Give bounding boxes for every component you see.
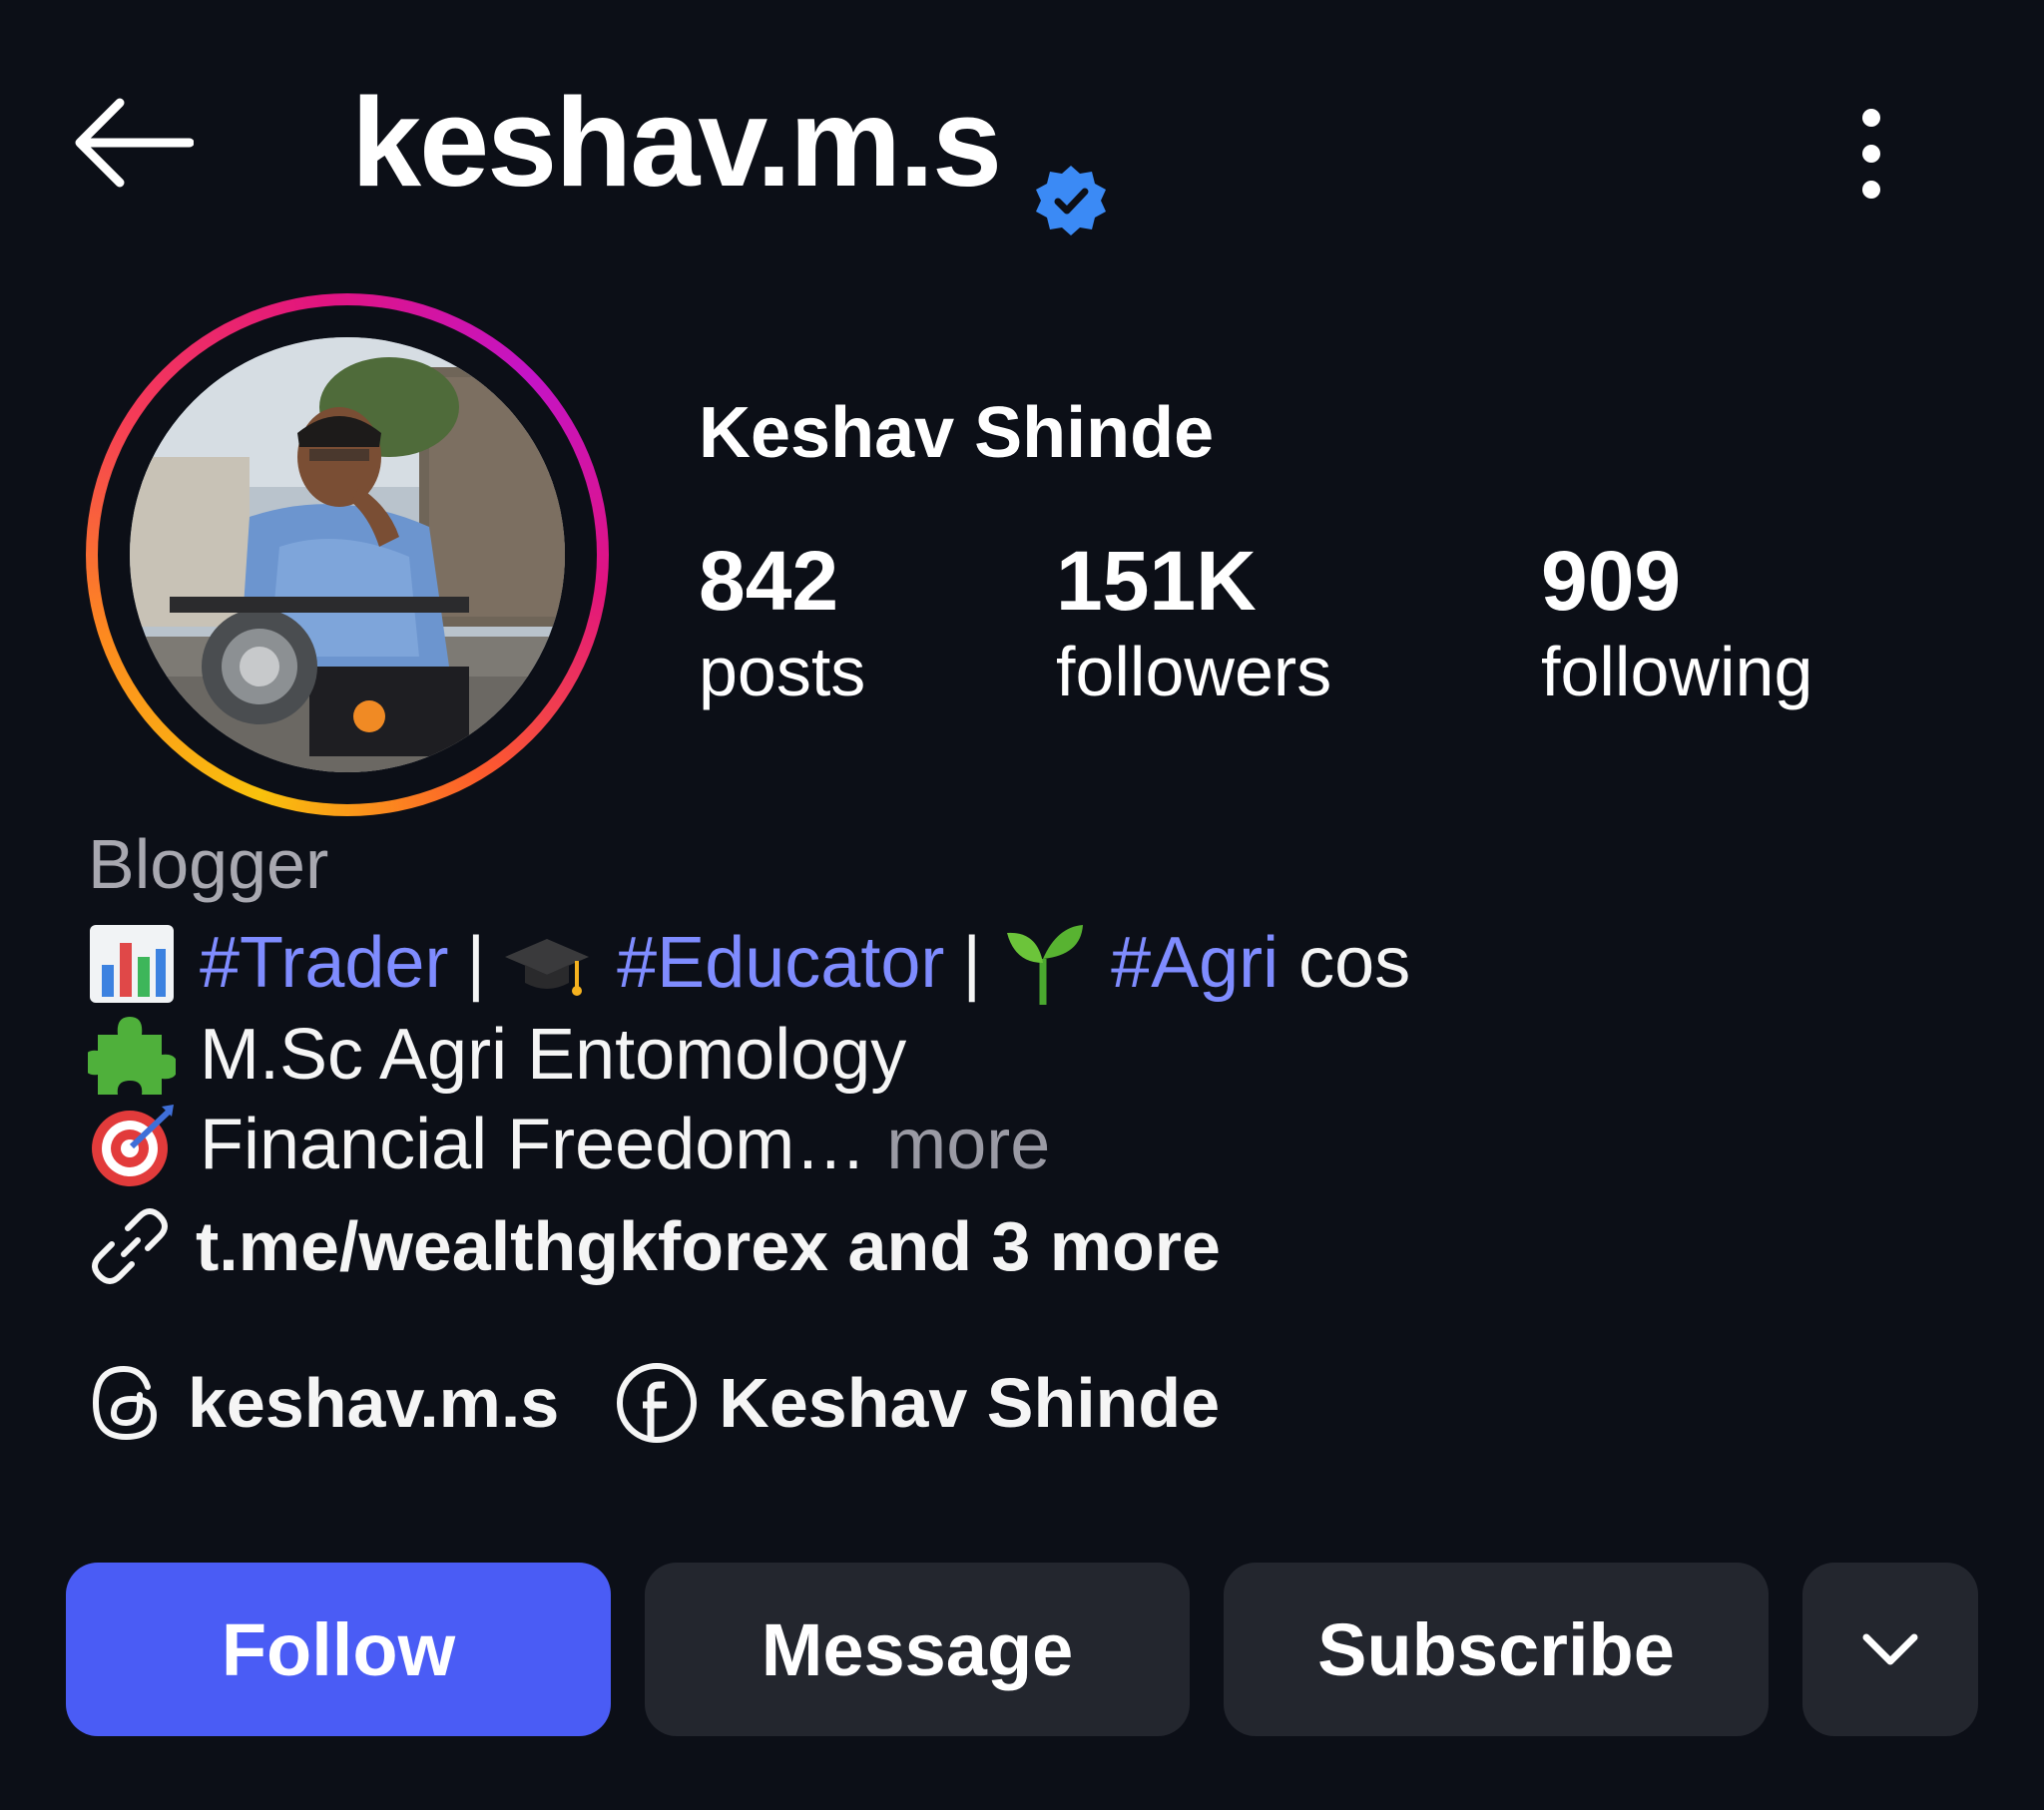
bio-line-hashtags: #Trader | #Educator | #Agri cos: [88, 918, 1410, 1008]
more-options-button[interactable]: [1836, 94, 1906, 214]
following-count: 909: [1541, 534, 1682, 628]
external-link[interactable]: t.me/wealthgkforex and 3 more: [88, 1201, 1221, 1291]
bio-goal-text: Financial Freedom…: [200, 1105, 867, 1184]
follow-button[interactable]: Follow: [66, 1563, 611, 1736]
direct-hit-icon: [92, 1105, 174, 1186]
posts-count: 842: [699, 534, 839, 628]
facebook-link[interactable]: Keshav Shinde: [615, 1361, 1220, 1445]
facebook-name: Keshav Shinde: [719, 1364, 1221, 1442]
more-vertical-icon: [1862, 109, 1880, 199]
posts-stat[interactable]: 842 posts: [699, 533, 865, 714]
back-button[interactable]: [62, 88, 202, 198]
message-button[interactable]: Message: [645, 1563, 1190, 1736]
social-links: keshav.m.s Keshav Shinde: [88, 1353, 1220, 1453]
profile-screen: keshav.m.s Keshav Shinde 842 posts 151K …: [0, 0, 2044, 1810]
followers-stat[interactable]: 151K followers: [1056, 533, 1331, 714]
chevron-down-icon: [1862, 1633, 1918, 1665]
bio-line-goal: Financial Freedom… more: [88, 1100, 1050, 1189]
profile-username: keshav.m.s: [351, 72, 1002, 213]
threads-handle: keshav.m.s: [188, 1364, 560, 1442]
followers-label: followers: [1056, 633, 1332, 710]
subscribe-button[interactable]: Subscribe: [1224, 1563, 1769, 1736]
graduation-cap-icon: [505, 939, 590, 996]
threads-link[interactable]: keshav.m.s: [88, 1361, 559, 1445]
puzzle-piece-icon: [88, 1017, 176, 1095]
story-ring[interactable]: [86, 293, 609, 816]
hashtag-educator[interactable]: #Educator: [617, 918, 944, 1008]
top-bar: keshav.m.s: [0, 60, 2044, 235]
bio-text: cos: [1298, 923, 1411, 1003]
bar-chart-icon: [90, 925, 174, 1003]
verified-badge-icon: [1036, 166, 1106, 235]
bio-line-education: M.Sc Agri Entomology: [88, 1010, 906, 1100]
followers-count: 151K: [1056, 534, 1257, 628]
hashtag-trader[interactable]: #Trader: [200, 918, 448, 1008]
suggested-dropdown-button[interactable]: [1802, 1563, 1978, 1736]
following-label: following: [1541, 633, 1813, 710]
avatar: [130, 337, 565, 772]
hashtag-agri[interactable]: #Agri: [1111, 918, 1278, 1008]
arrow-left-icon: [75, 98, 194, 188]
following-stat[interactable]: 909 following: [1541, 533, 1812, 714]
separator: |: [466, 923, 486, 1003]
link-icon: [92, 1208, 168, 1284]
profile-photo: [130, 337, 565, 772]
bio-more-link[interactable]: more: [886, 1100, 1050, 1189]
posts-label: posts: [699, 633, 866, 710]
separator: |: [962, 923, 982, 1003]
seedling-icon: [1007, 925, 1084, 1005]
threads-icon: [92, 1365, 158, 1441]
profile-category: Blogger: [88, 825, 329, 903]
external-link-text: t.me/wealthgkforex and 3 more: [196, 1207, 1221, 1285]
facebook-icon: [617, 1363, 698, 1443]
bio-education-text: M.Sc Agri Entomology: [200, 1015, 907, 1095]
full-name: Keshav Shinde: [699, 393, 1215, 473]
